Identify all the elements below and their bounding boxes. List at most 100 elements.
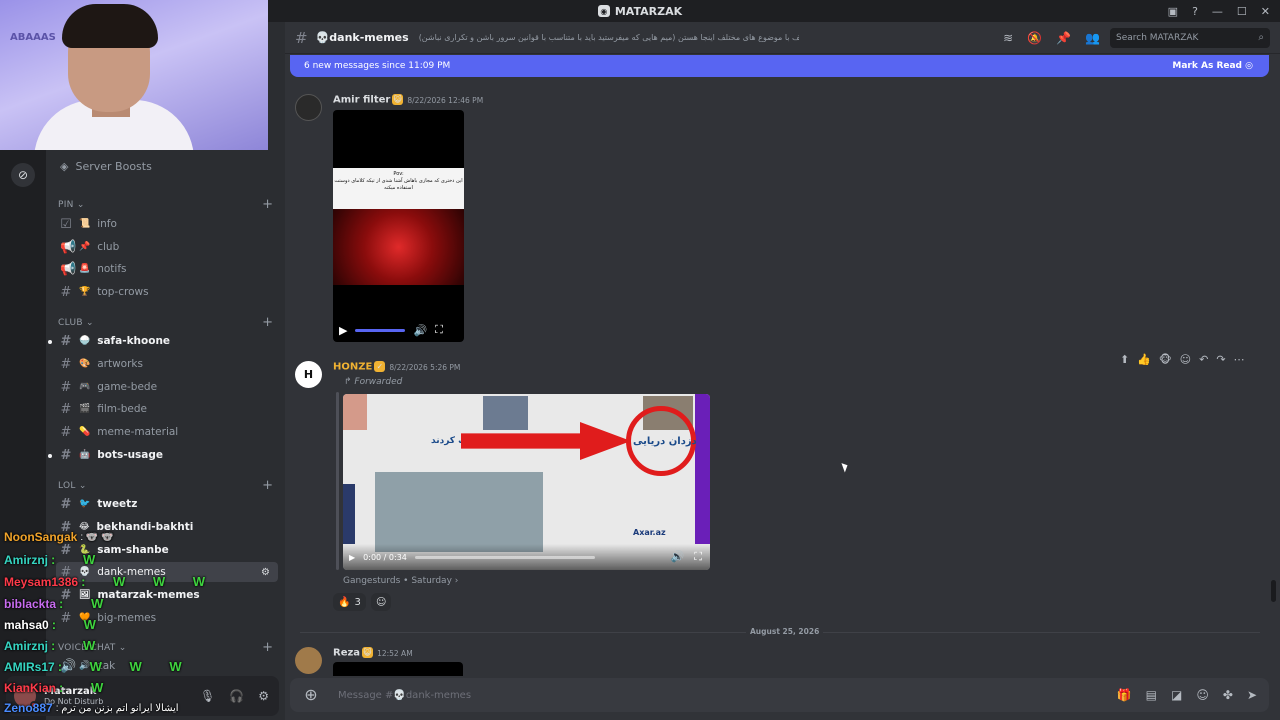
play-icon[interactable]: ▶ [339,324,347,337]
add-reaction-button[interactable]: ☺ [371,593,392,611]
inbox-icon[interactable]: ▣ [1168,5,1178,18]
message-input[interactable]: Message #💀dank-memes [338,690,471,701]
forward-quote-rail [336,392,339,570]
forward-icon[interactable]: ↷ [1216,353,1225,366]
chat-message: : W [59,680,116,695]
channel-emoji: 🤖 [79,450,91,460]
more-options-icon[interactable]: ⋯ [1234,353,1245,366]
stream-chat-line: Meysam1386: W W W [4,574,217,589]
channel-film-bede[interactable]: # 🎬 film-bede [56,399,278,419]
add-channel-icon[interactable]: + [262,197,273,212]
stream-chat-line: NoonSangak: 🐨 🐨 [4,530,114,544]
add-channel-icon[interactable]: + [262,478,273,493]
channel-label: artworks [97,358,143,370]
side-banner [695,394,710,544]
volume-slider[interactable] [355,328,406,332]
fullscreen-icon[interactable]: ⛶ [435,323,443,337]
channel-emoji: 🍚 [79,336,91,346]
server-boosts-link[interactable]: ◈ Server Boosts [60,160,152,173]
channel-topic[interactable]: میم های مختلف با موضوع های مختلف اینجا ه… [419,33,799,42]
author-name[interactable]: Amir filter [333,95,390,106]
send-icon[interactable]: ➤ [1247,688,1257,702]
mark-as-read-button[interactable]: Mark As Read ◎ [1172,61,1253,71]
scrollbar-thumb[interactable] [1271,580,1276,602]
minimize-button[interactable]: — [1212,5,1223,18]
custom-reaction-icon[interactable]: 🐵 [1159,353,1172,366]
webcam-wall-text: ABAAAS [10,32,56,43]
video-attachment[interactable] [333,662,463,676]
announcement-icon: 📢 [60,261,77,277]
close-button[interactable]: ✕ [1261,5,1270,18]
member-list-icon[interactable]: 👥 [1085,31,1100,45]
stream-chat-line: Zeno887: ایشالا ایرانو اتم بزنن من ترم [4,701,179,715]
gift-icon[interactable]: 🎁 [1117,688,1132,702]
channel-notifs[interactable]: 📢 🚨 notifs [56,259,278,279]
pin-icon[interactable]: 📌 [1056,31,1071,45]
help-icon[interactable]: ? [1192,5,1198,18]
category-pin[interactable]: PIN ⌄ [58,200,85,210]
channel-emoji: 🏆 [79,287,91,297]
reply-icon[interactable]: ↶ [1199,353,1208,366]
add-channel-icon[interactable]: + [262,315,273,330]
avatar[interactable] [295,94,322,121]
message-header: Reza 😺 12:52 AM [333,647,413,659]
threads-icon[interactable]: ≋ [1003,31,1013,45]
header-toolbar: ≋ 🔕 📌 👥 [1003,31,1100,45]
video-controls: ▶ 🔊 ⛶ [333,318,464,342]
channel-label: meme-material [97,426,179,438]
chat-message: : W [51,638,108,653]
message-timestamp: 8/22/2026 12:46 PM [407,95,484,105]
video-time: 0:00 / 0:34 [363,552,407,562]
video-progress-bar[interactable] [414,555,595,559]
channel-label: safa-khoone [97,335,171,347]
apps-icon[interactable]: ✤ [1223,688,1233,702]
unread-indicator [48,454,52,458]
play-icon[interactable]: ▶ [349,553,355,562]
channel-meme-material[interactable]: # 💊 meme-material [56,422,278,442]
video-attachment[interactable]: را تصرف کردند دزدان دریایی Axar.az ▶ 0:0… [343,394,710,570]
channel-label: club [97,241,120,253]
chat-username: KianKian [4,680,57,695]
upload-plus-icon[interactable]: ⊕ [302,686,320,704]
news-thumbnail [483,396,528,430]
author-name[interactable]: Reza [333,648,360,659]
reaction-emoji: 🔥 [338,596,351,608]
channel-info[interactable]: ☑ 📜 info [56,214,278,234]
maximize-button[interactable]: ☐ [1237,5,1247,18]
channel-safa-khoone[interactable]: # 🍚 safa-khoone [56,331,278,351]
forward-source[interactable]: Gangesturds • Saturday › [343,576,458,586]
channel-bots-usage[interactable]: # 🤖 bots-usage [56,445,278,465]
news-source: Axar.az [633,528,666,537]
reaction-fire[interactable]: 🔥 3 [333,593,366,611]
category-club[interactable]: CLUB ⌄ [58,318,94,328]
category-lol[interactable]: LOL ⌄ [58,481,87,491]
channel-label: top-crows [97,286,149,298]
stream-chat-line: mahsa0: W [4,617,108,632]
fullscreen-icon[interactable]: ⛶ [694,550,702,564]
channel-club[interactable]: 📢 📌 club [56,237,278,257]
channel-tweetz[interactable]: # 🐦 tweetz [56,494,278,514]
add-reaction-icon[interactable]: ☺ [1180,353,1191,366]
avatar[interactable] [295,647,322,674]
volume-icon[interactable]: 🔊 [671,550,685,564]
author-name[interactable]: HONZE [333,362,372,373]
message-actions: ⬆ 👍 🐵 ☺ ↶ ↷ ⋯ [1120,348,1260,370]
stream-chat-line: Amirznj: W [4,638,107,653]
thumbs-up-reaction-icon[interactable]: 👍 [1137,353,1151,366]
channel-top-crows[interactable]: # 🏆 top-crows [56,282,278,302]
avatar[interactable]: H [295,361,322,388]
hash-icon: # [295,28,308,47]
video-attachment[interactable]: Pov: این دختری که مجازی باهاش آشنا شدی ا… [333,110,464,342]
volume-icon[interactable]: 🔊 [413,324,427,337]
server-discovery-icon[interactable]: ⊘ [11,163,35,187]
search-input[interactable]: Search MATARZAK ⌕ [1110,27,1270,48]
notification-bell-icon[interactable]: 🔕 [1027,31,1042,45]
upvote-reaction-icon[interactable]: ⬆ [1120,353,1129,366]
channel-game-bede[interactable]: # 🎮 game-bede [56,377,278,397]
window-title: ◉ MATARZAK [597,5,682,18]
new-messages-bar[interactable]: 6 new messages since 11:09 PM Mark As Re… [290,55,1269,77]
sticker-icon[interactable]: ◪ [1171,688,1182,702]
gif-icon[interactable]: ▤ [1146,688,1157,702]
channel-artworks[interactable]: # 🎨 artworks [56,354,278,374]
emoji-icon[interactable]: ☺ [1196,688,1209,702]
